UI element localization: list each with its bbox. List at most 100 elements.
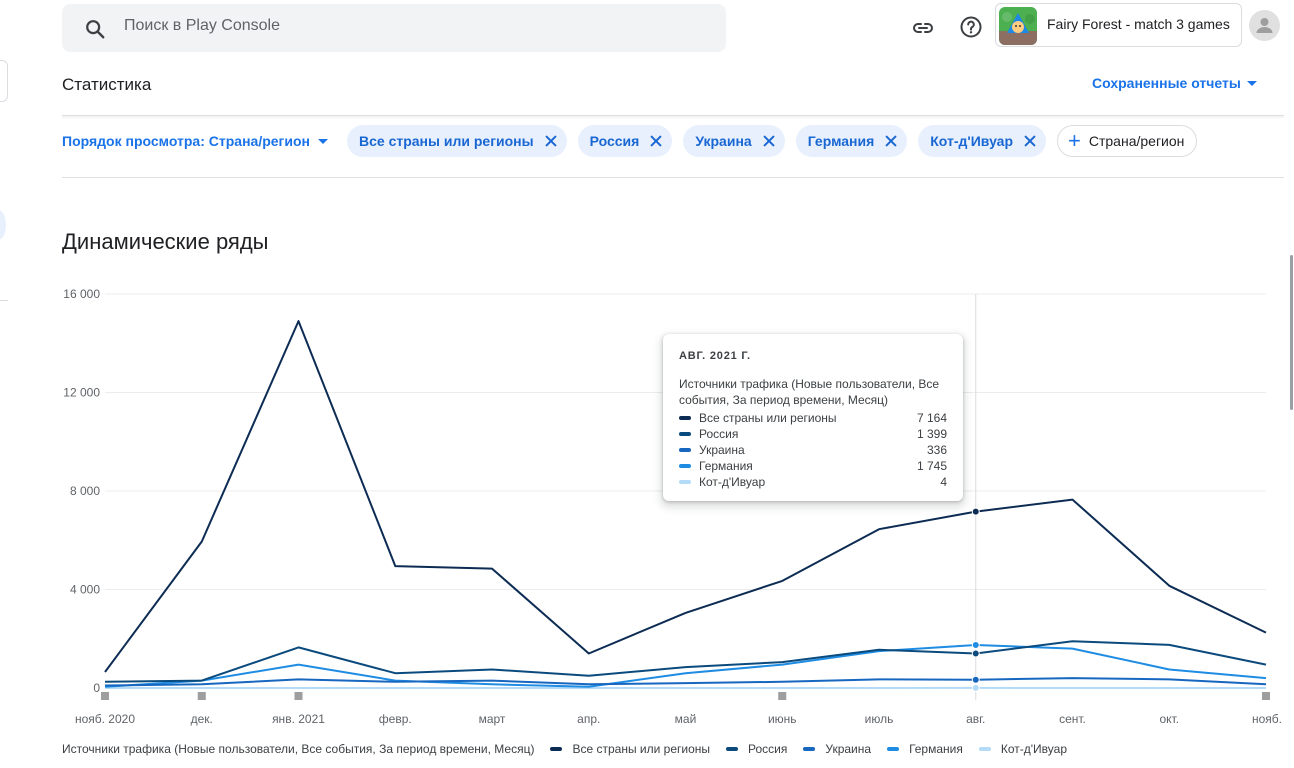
series-line	[104, 640, 1267, 683]
tooltip-series-value: 4	[940, 475, 947, 489]
side-panel-edge[interactable]	[0, 60, 8, 102]
filter-chip-cote-divoire[interactable]: Кот-д'Ивуар	[918, 125, 1047, 157]
event-marker	[197, 692, 206, 700]
chip-label: Все страны или регионы	[359, 133, 534, 149]
tooltip-series-value: 1 399	[916, 427, 947, 441]
side-nav-highlight	[0, 210, 6, 240]
app-icon	[999, 7, 1037, 45]
search-bar[interactable]	[62, 4, 726, 52]
tooltip-row: Украина 336	[679, 442, 947, 458]
x-tick-label: февр.	[379, 712, 412, 726]
filter-bar: Порядок просмотра: Страна/регион Все стр…	[62, 124, 1198, 158]
link-icon[interactable]	[909, 14, 937, 42]
x-tick-label: нояб.	[1252, 712, 1282, 726]
legend-swatch	[803, 747, 816, 751]
close-icon[interactable]	[650, 135, 662, 147]
legend-label: Кот-д'Ивуар	[1000, 742, 1067, 756]
hover-point	[971, 675, 980, 684]
account-avatar[interactable]	[1249, 10, 1280, 41]
y-tick-label: 0	[93, 681, 100, 695]
close-icon[interactable]	[545, 135, 557, 147]
filter-chip-germany[interactable]: Германия	[795, 125, 908, 157]
time-series-chart[interactable]: 0 4 000 8 000 12 000 16 000 нояб. 2020 дек. янв…	[0, 280, 1294, 730]
plus-icon: +	[1068, 128, 1081, 153]
series-swatch	[679, 432, 691, 436]
filter-divider	[62, 177, 1284, 178]
legend-swatch	[887, 747, 900, 751]
tooltip-series-name: Украина	[699, 443, 745, 457]
y-tick-label: 12 000	[63, 386, 100, 400]
view-order-dropdown[interactable]: Порядок просмотра: Страна/регион	[62, 133, 328, 149]
chip-label: Россия	[589, 133, 640, 149]
search-icon	[86, 20, 105, 39]
hover-point	[971, 649, 980, 658]
legend-swatch	[726, 747, 739, 751]
section-title: Динамические ряды	[62, 229, 269, 254]
legend-swatch	[978, 747, 991, 751]
y-tick-label: 4 000	[70, 583, 100, 597]
tooltip-row: Кот-д'Ивуар 4	[679, 474, 947, 490]
chip-label: Германия	[807, 133, 875, 149]
legend-item[interactable]: Россия	[726, 742, 787, 756]
close-icon[interactable]	[763, 135, 775, 147]
filter-chip-russia[interactable]: Россия	[577, 125, 673, 157]
add-country-label: Страна/регион	[1088, 133, 1185, 149]
header-divider	[62, 115, 1284, 116]
tooltip-series-name: Кот-д'Ивуар	[699, 475, 766, 489]
event-marker	[1262, 692, 1270, 700]
x-tick-label: нояб. 2020	[75, 712, 135, 726]
app-selector[interactable]: Fairy Forest - match 3 games	[995, 3, 1242, 47]
tooltip-series-value: 1 745	[916, 459, 947, 473]
legend-item[interactable]: Германия	[887, 742, 963, 756]
close-icon[interactable]	[885, 135, 897, 147]
event-marker	[101, 692, 109, 700]
tooltip-series-name: Германия	[699, 459, 753, 473]
filter-chip-ukraine[interactable]: Украина	[683, 125, 785, 157]
search-input[interactable]	[124, 17, 704, 35]
help-icon[interactable]	[957, 13, 985, 41]
legend-swatch	[550, 747, 563, 751]
close-icon[interactable]	[1024, 135, 1036, 147]
x-tick-label: авг.	[966, 712, 985, 726]
saved-reports-dropdown[interactable]: Сохраненные отчеты	[1092, 75, 1257, 91]
tooltip-date: авг. 2021 г.	[679, 350, 751, 362]
hover-point	[971, 683, 980, 692]
hover-point	[971, 507, 980, 516]
hover-point	[971, 641, 980, 650]
x-tick-label: окт.	[1159, 712, 1179, 726]
series-swatch	[679, 480, 691, 484]
tooltip-series-value: 7 164	[916, 411, 947, 425]
x-tick-label: май	[675, 712, 697, 726]
chart-legend: Источники трафика (Новые пользователи, В…	[62, 742, 1067, 756]
x-tick-label: сент.	[1059, 712, 1086, 726]
x-tick-label: июнь	[768, 712, 797, 726]
app-name: Fairy Forest - match 3 games	[1047, 16, 1230, 32]
legend-label: Россия	[748, 742, 788, 756]
legend-label: Украина	[825, 742, 872, 756]
series-swatch	[679, 464, 691, 468]
legend-label: Германия	[909, 742, 963, 756]
x-tick-label: апр.	[577, 712, 600, 726]
chip-label: Кот-д'Ивуар	[930, 133, 1014, 149]
x-tick-label: дек.	[191, 712, 213, 726]
legend-item[interactable]: Все страны или регионы	[550, 742, 710, 756]
chevron-down-icon	[318, 138, 328, 144]
tooltip-description: Источники трафика (Новые пользователи, В…	[679, 377, 940, 407]
tooltip-rows: Все страны или регионы 7 164 Россия 1 399 Ук…	[679, 410, 947, 490]
series-swatch	[679, 416, 691, 420]
x-tick-label: июль	[865, 712, 894, 726]
legend-item[interactable]: Кот-д'Ивуар	[978, 742, 1067, 756]
filter-chip-all[interactable]: Все страны или регионы	[347, 125, 567, 157]
legend-item[interactable]: Украина	[803, 742, 871, 756]
scrollbar[interactable]	[1290, 255, 1293, 410]
y-tick-label: 16 000	[63, 287, 100, 301]
y-tick-label: 8 000	[70, 484, 100, 498]
page-title: Статистика	[62, 75, 152, 94]
series-line	[104, 677, 1267, 687]
tooltip-row: Россия 1 399	[679, 426, 947, 442]
add-country-button[interactable]: + Страна/регион	[1057, 125, 1198, 157]
chevron-down-icon	[1246, 80, 1257, 86]
tooltip-row: Все страны или регионы 7 164	[679, 410, 947, 426]
x-tick-label: янв. 2021	[272, 712, 325, 726]
tooltip-series-name: Россия	[699, 427, 739, 441]
